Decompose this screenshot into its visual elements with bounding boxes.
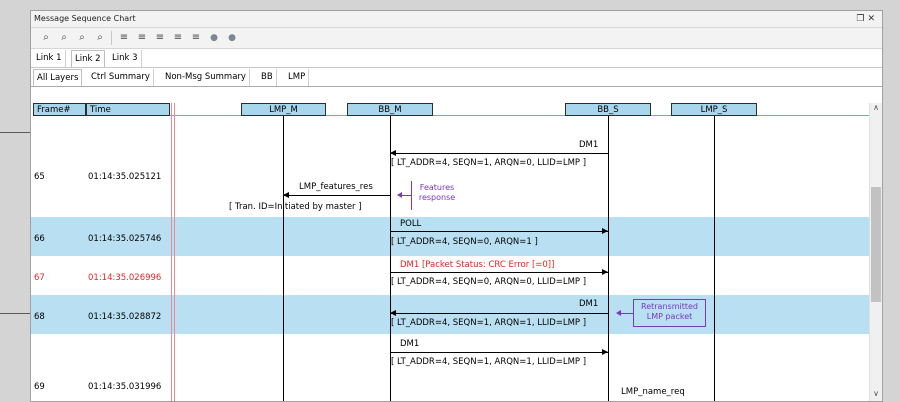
vertical-scrollbar[interactable]: ∧ ∨ xyxy=(869,103,882,401)
filter-icon[interactable]: ≡ xyxy=(117,31,131,45)
arrow-left-head xyxy=(390,150,396,156)
annotation-retransmitted: Retransmitted LMP packet xyxy=(633,299,706,327)
message-label[interactable]: DM1 xyxy=(579,140,598,150)
message-arrow-line xyxy=(390,153,608,154)
arrow-left-head xyxy=(283,192,289,198)
arrow-right-head xyxy=(602,349,608,355)
scroll-up-icon[interactable]: ∧ xyxy=(870,103,882,112)
message-arrow-line xyxy=(283,195,390,196)
message-detail: [ LT_ADDR=4, SEQN=0, ARQN=1 ] xyxy=(391,237,538,247)
tab-non-msg-summary[interactable]: Non-Msg Summary xyxy=(162,69,250,86)
frame-time: 01:14:35.031996 xyxy=(88,382,162,392)
filter-data-icon[interactable]: ≡ xyxy=(171,31,185,45)
message-detail: [ LT_ADDR=4, SEQN=1, ARQN=0, LLID=LMP ] xyxy=(391,158,587,168)
arrow-right-head xyxy=(602,269,608,275)
tab-lmp[interactable]: LMP xyxy=(285,69,310,86)
frame-time: 01:14:35.025121 xyxy=(88,172,162,182)
arrow-left-head xyxy=(390,310,396,316)
filter-ctrl-icon[interactable]: ≡ xyxy=(153,31,167,45)
sequence-chart: Frame# Time LMP_M BB_M BB_S LMP_S 65 01:… xyxy=(31,103,882,401)
window-titlebar: Message Sequence Chart ❐✕ xyxy=(31,11,882,28)
connector-line-bottom xyxy=(0,313,30,314)
message-arrow-line xyxy=(390,313,608,314)
annotation-tick xyxy=(402,195,411,196)
annotation-tick xyxy=(621,313,633,314)
frame-number: 67 xyxy=(34,273,45,283)
lifeline-bb-s xyxy=(608,116,609,401)
prev-circle-icon[interactable]: ● xyxy=(207,31,221,45)
restore-icon[interactable]: ❐ xyxy=(856,14,867,24)
message-label[interactable]: LMP_name_req xyxy=(621,387,685,397)
message-arrow-line xyxy=(390,272,608,273)
tab-ctrl-summary[interactable]: Ctrl Summary xyxy=(88,69,154,86)
column-header-time: Time xyxy=(86,103,170,116)
frame-number: 66 xyxy=(34,234,45,244)
tab-link-3[interactable]: Link 3 xyxy=(109,50,142,67)
message-label[interactable]: DM1 xyxy=(579,299,598,309)
zoom-out-icon[interactable]: ⌕ xyxy=(57,31,71,45)
toolbar-separator xyxy=(111,31,112,45)
link-tabs: Link 1 Link 2 Link 3 xyxy=(31,49,882,68)
layer-tabs: All Layers Ctrl Summary Non-Msg Summary … xyxy=(31,68,882,87)
lane-header-bb-m: BB_M xyxy=(347,103,433,116)
message-label[interactable]: LMP_features_res xyxy=(299,182,373,192)
frame-number: 69 xyxy=(34,382,45,392)
toolbar: ⌕ ⌕ ⌕ ⌕ ≡ ≡ ≡ ≡ ≡ ● ● xyxy=(31,28,882,49)
lane-header-lmp-s: LMP_S xyxy=(671,103,757,116)
message-sequence-chart-window: Message Sequence Chart ❐✕ ⌕ ⌕ ⌕ ⌕ ≡ ≡ ≡ … xyxy=(30,10,883,402)
window-title: Message Sequence Chart xyxy=(34,14,136,23)
message-detail: [ LT_ADDR=4, SEQN=1, ARQN=1, LLID=LMP ] xyxy=(391,357,587,367)
message-detail: [ LT_ADDR=4, SEQN=0, ARQN=0, LLID=LMP ] xyxy=(391,277,587,287)
message-arrow-line xyxy=(390,231,608,232)
message-detail: [ LT_ADDR=4, SEQN=1, ARQN=1, LLID=LMP ] xyxy=(391,318,587,328)
annotation-features-response: Features response xyxy=(411,181,462,210)
close-icon[interactable]: ✕ xyxy=(867,14,878,24)
frame-time: 01:14:35.026996 xyxy=(88,273,162,283)
message-detail: [ Tran. ID=Initiated by master ] xyxy=(229,202,362,212)
message-label[interactable]: DM1 xyxy=(400,339,419,349)
tab-link-2[interactable]: Link 2 xyxy=(71,50,105,67)
frame-time: 01:14:35.028872 xyxy=(88,312,162,322)
column-header-frame: Frame# xyxy=(33,103,86,116)
lifeline-lmp-s xyxy=(714,116,715,401)
zoom-in-icon[interactable]: ⌕ xyxy=(39,31,53,45)
zoom-fit-icon[interactable]: ⌕ xyxy=(75,31,89,45)
zoom-reset-icon[interactable]: ⌕ xyxy=(93,31,107,45)
window-controls[interactable]: ❐✕ xyxy=(856,11,878,27)
lane-header-bb-s: BB_S xyxy=(565,103,651,116)
frame-number: 65 xyxy=(34,172,45,182)
message-arrow-line xyxy=(390,352,608,353)
message-label-error[interactable]: DM1 [Packet Status: CRC Error [=0]] xyxy=(400,260,554,270)
filter-msg-icon[interactable]: ≡ xyxy=(135,31,149,45)
column-divider-2 xyxy=(174,103,175,401)
lifeline-lmp-m xyxy=(283,116,284,401)
lane-header-lmp-m: LMP_M xyxy=(241,103,326,116)
next-circle-icon[interactable]: ● xyxy=(225,31,239,45)
connector-line-top xyxy=(0,132,30,133)
scroll-down-icon[interactable]: ∨ xyxy=(870,389,882,398)
scrollbar-thumb[interactable] xyxy=(871,187,881,302)
frame-number: 68 xyxy=(34,312,45,322)
column-divider xyxy=(171,103,172,401)
arrow-right-head xyxy=(602,228,608,234)
tab-bb[interactable]: BB xyxy=(258,69,277,86)
tab-link-1[interactable]: Link 1 xyxy=(33,50,66,67)
filter-layer-icon[interactable]: ≡ xyxy=(189,31,203,45)
frame-time: 01:14:35.025746 xyxy=(88,234,162,244)
message-label[interactable]: POLL xyxy=(400,219,421,229)
tab-all-layers[interactable]: All Layers xyxy=(33,69,83,86)
